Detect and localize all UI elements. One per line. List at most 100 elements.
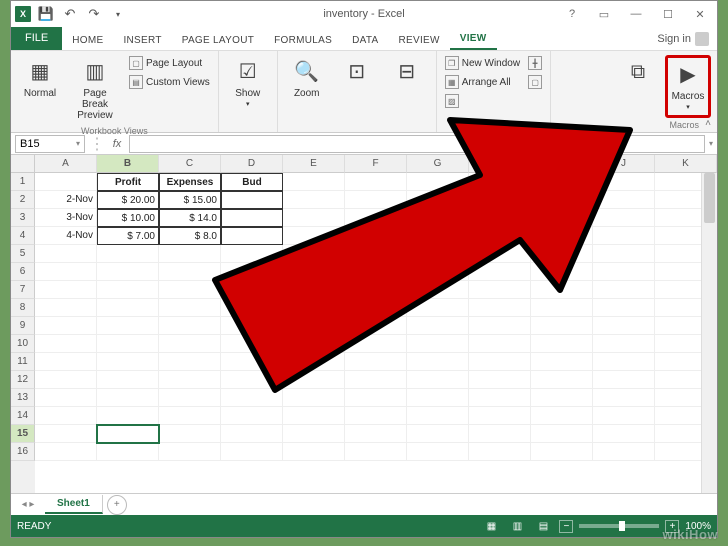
cell[interactable]	[159, 425, 221, 443]
row-header[interactable]: 11	[11, 353, 35, 371]
zoom-100-button[interactable]: ⊡	[334, 55, 380, 89]
col-header[interactable]: G	[407, 155, 469, 173]
cell[interactable]	[35, 335, 97, 353]
cell[interactable]	[283, 173, 345, 191]
row-header[interactable]: 10	[11, 335, 35, 353]
cell[interactable]	[97, 389, 159, 407]
cell[interactable]	[531, 299, 593, 317]
row-header[interactable]: 4	[11, 227, 35, 245]
row-header[interactable]: 8	[11, 299, 35, 317]
fx-icon[interactable]: fx	[109, 138, 125, 150]
cell[interactable]: $ 15.00	[159, 191, 221, 209]
zoom-selection-button[interactable]: ⊟	[384, 55, 430, 89]
cell[interactable]	[35, 371, 97, 389]
cell[interactable]	[345, 425, 407, 443]
cell[interactable]	[469, 353, 531, 371]
cell[interactable]	[35, 299, 97, 317]
row-header[interactable]: 3	[11, 209, 35, 227]
cell[interactable]	[221, 371, 283, 389]
new-window-button[interactable]: ❐New Window	[443, 55, 522, 71]
layout-mode-icon[interactable]: ▥	[507, 518, 527, 534]
page-break-preview-button[interactable]: ▥ Page Break Preview	[67, 55, 123, 124]
cell[interactable]	[407, 191, 469, 209]
cell[interactable]	[221, 335, 283, 353]
cell[interactable]: Bud	[221, 173, 283, 191]
cell[interactable]	[593, 227, 655, 245]
cell[interactable]	[283, 335, 345, 353]
cell[interactable]	[221, 443, 283, 461]
cell[interactable]	[407, 245, 469, 263]
cell[interactable]	[407, 299, 469, 317]
cell[interactable]	[159, 245, 221, 263]
cell[interactable]	[35, 443, 97, 461]
col-header[interactable]: A	[35, 155, 97, 173]
cell[interactable]	[345, 191, 407, 209]
close-button[interactable]: ✕	[685, 4, 715, 24]
row-header[interactable]: 14	[11, 407, 35, 425]
cell[interactable]	[407, 425, 469, 443]
cell[interactable]: $ 14.00	[345, 227, 407, 245]
cell[interactable]	[407, 227, 469, 245]
cell[interactable]	[593, 173, 655, 191]
tab-review[interactable]: REVIEW	[389, 31, 450, 50]
zoom-button[interactable]: 🔍 Zoom	[284, 55, 330, 102]
save-icon[interactable]: 💾	[37, 5, 55, 23]
cell[interactable]	[283, 191, 345, 209]
cell[interactable]	[407, 263, 469, 281]
cell[interactable]: 4-Nov	[35, 227, 97, 245]
row-header[interactable]: 7	[11, 281, 35, 299]
cell[interactable]	[469, 407, 531, 425]
cell[interactable]	[97, 425, 159, 443]
cell[interactable]	[407, 209, 469, 227]
cell[interactable]	[531, 389, 593, 407]
cell[interactable]	[97, 335, 159, 353]
cell[interactable]	[407, 317, 469, 335]
cell[interactable]	[469, 209, 531, 227]
cell[interactable]	[35, 173, 97, 191]
cell[interactable]	[593, 335, 655, 353]
cell[interactable]	[283, 407, 345, 425]
normal-mode-icon[interactable]: ▦	[481, 518, 501, 534]
row-header[interactable]: 15	[11, 425, 35, 443]
cell[interactable]	[593, 263, 655, 281]
cell[interactable]	[35, 425, 97, 443]
cell[interactable]	[97, 407, 159, 425]
cell[interactable]	[221, 227, 283, 245]
cell[interactable]	[531, 425, 593, 443]
vertical-scrollbar[interactable]	[701, 173, 717, 493]
cell[interactable]	[345, 371, 407, 389]
cell[interactable]	[531, 191, 593, 209]
cell[interactable]	[35, 263, 97, 281]
col-header[interactable]: D	[221, 155, 283, 173]
cell[interactable]: Expenses	[159, 173, 221, 191]
cell[interactable]	[159, 389, 221, 407]
row-header[interactable]: 1	[11, 173, 35, 191]
cell[interactable]	[345, 443, 407, 461]
col-header[interactable]: H	[469, 155, 531, 173]
cell[interactable]	[531, 245, 593, 263]
page-layout-button[interactable]: ▢Page Layout	[127, 55, 212, 71]
cell[interactable]	[469, 173, 531, 191]
tab-insert[interactable]: INSERT	[113, 31, 171, 50]
cell[interactable]	[407, 281, 469, 299]
cell[interactable]: Profit	[97, 173, 159, 191]
cell[interactable]	[97, 245, 159, 263]
cell[interactable]	[35, 245, 97, 263]
normal-view-button[interactable]: ▦ Normal	[17, 55, 63, 102]
cell[interactable]	[159, 281, 221, 299]
cell[interactable]	[407, 353, 469, 371]
cell[interactable]	[283, 263, 345, 281]
cell[interactable]	[593, 425, 655, 443]
cell[interactable]	[469, 281, 531, 299]
cell[interactable]	[221, 317, 283, 335]
cell[interactable]	[407, 371, 469, 389]
formula-input[interactable]	[129, 135, 705, 153]
cell[interactable]	[35, 389, 97, 407]
cell[interactable]	[469, 425, 531, 443]
cell[interactable]	[97, 353, 159, 371]
cell[interactable]	[407, 173, 469, 191]
col-header[interactable]: B	[97, 155, 159, 173]
zoom-out-button[interactable]: −	[559, 520, 573, 533]
cell[interactable]	[469, 227, 531, 245]
cell[interactable]	[593, 281, 655, 299]
